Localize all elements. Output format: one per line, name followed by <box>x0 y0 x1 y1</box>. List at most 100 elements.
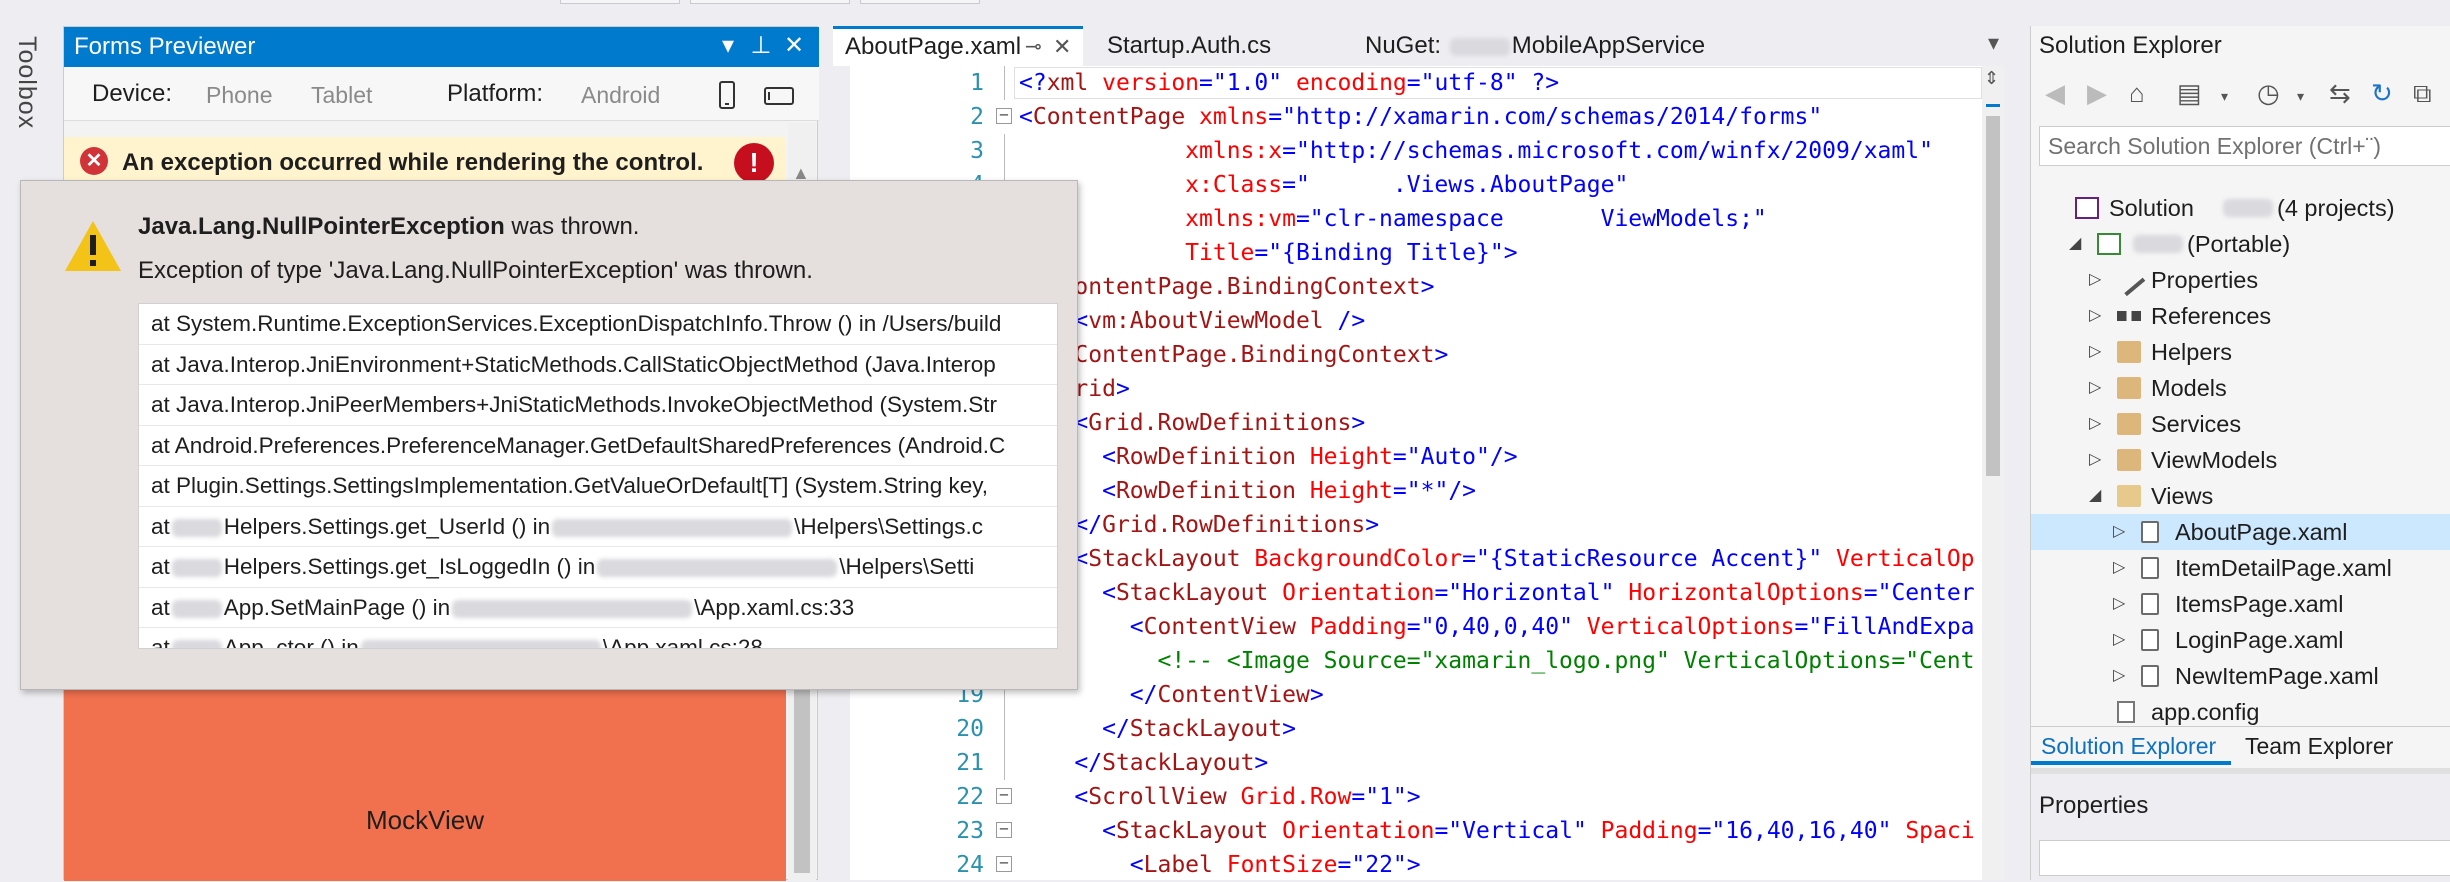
code-token: " <box>1614 172 1629 198</box>
pin-icon[interactable]: ⊥ <box>747 31 775 60</box>
tree-item[interactable]: ◢ (Portable) <box>2031 226 2450 262</box>
code-line[interactable]: 21 </StackLayout> <box>834 746 1984 780</box>
split-icon[interactable]: ⇕ <box>1984 68 1999 89</box>
collapse-icon[interactable]: − <box>996 821 1012 838</box>
back-icon[interactable]: ◀ <box>2045 78 2065 109</box>
tree-item[interactable]: app.config <box>2031 694 2450 730</box>
sync-icon[interactable]: ⇆ <box>2329 78 2351 109</box>
collapse-icon[interactable]: ◢ <box>2069 226 2081 262</box>
search-input[interactable]: Search Solution Explorer (Ctrl+¨) <box>2039 126 2450 166</box>
tree-item[interactable]: ▷ References <box>2031 298 2450 334</box>
code-token: http://xamarin.com/schemas/2014/forms <box>1295 104 1809 130</box>
stack-frame[interactable]: at System.Runtime.ExceptionServices.Exce… <box>139 304 1057 345</box>
tab-nuget[interactable]: NuGet: MobileAppService <box>1353 26 1717 66</box>
stack-frame[interactable]: at App..ctor () in \App.xaml.cs:28 <box>139 628 1057 648</box>
code-line[interactable]: 24− <Label FontSize="22"> <box>834 848 1984 882</box>
expand-icon[interactable]: ▷ <box>2089 298 2101 334</box>
tree-item[interactable]: ◢ Views <box>2031 478 2450 514</box>
device-option-tablet[interactable]: Tablet <box>311 82 372 109</box>
code-token: 22 <box>1365 852 1393 878</box>
scrollbar-thumb[interactable] <box>794 683 810 873</box>
collapse-icon[interactable]: − <box>996 855 1012 872</box>
code-token: "> <box>1489 240 1518 266</box>
forward-icon[interactable]: ▶ <box>2087 78 2107 109</box>
scrollbar-thumb[interactable] <box>1986 116 2000 476</box>
properties-object-selector[interactable] <box>2039 840 2450 876</box>
switch-views-icon[interactable]: ▤ <box>2177 78 2202 109</box>
stack-frame[interactable]: at Helpers.Settings.get_UserId () in \Help… <box>139 507 1057 547</box>
platform-option-android[interactable]: Android <box>581 82 660 109</box>
tree-item[interactable]: ▷ ViewModels <box>2031 442 2450 478</box>
tree-item[interactable]: ▷ ItemDetailPage.xaml <box>2031 550 2450 586</box>
stack-trace-list[interactable]: at System.Runtime.ExceptionServices.Exce… <box>138 303 1058 649</box>
close-tab-icon[interactable]: ✕ <box>1053 29 1071 65</box>
collapse-all-icon[interactable]: ⧉ <box>2413 78 2432 110</box>
stack-frame[interactable]: at App.SetMainPage () in \App.xaml.cs:33 <box>139 588 1057 628</box>
code-token: > <box>1351 410 1366 436</box>
tree-item[interactable]: ▷ Models <box>2031 370 2450 406</box>
expand-icon[interactable]: ▷ <box>2089 262 2101 298</box>
expand-icon[interactable]: ▷ <box>2113 514 2125 550</box>
landscape-orientation-icon[interactable] <box>764 87 794 105</box>
expand-icon[interactable]: ▷ <box>2089 406 2101 442</box>
code-token: =" <box>1295 206 1324 232</box>
tab-aboutpage-xaml[interactable]: AboutPage.xaml ⊸ ✕ <box>833 26 1083 66</box>
expand-icon[interactable]: ▷ <box>2089 442 2101 478</box>
tree-item[interactable]: ▷ ItemsPage.xaml <box>2031 586 2450 622</box>
tree-item[interactable]: ▷ AboutPage.xaml <box>2031 514 2450 550</box>
code-line[interactable]: 23− <StackLayout Orientation="Vertical" … <box>834 814 1984 848</box>
tree-item[interactable]: ▷ LoginPage.xaml <box>2031 622 2450 658</box>
explorer-tabs: Solution Explorer Team Explorer <box>2031 726 2450 766</box>
code-line[interactable]: 3 xmlns:x="http://schemas.microsoft.com/… <box>834 134 1984 168</box>
tree-item[interactable]: ▷ Properties <box>2031 262 2450 298</box>
code-line[interactable]: 22− <ScrollView Grid.Row="1"> <box>834 780 1984 814</box>
expand-icon[interactable]: ▷ <box>2113 622 2125 658</box>
pending-changes-icon[interactable]: ◷ <box>2257 78 2280 109</box>
expand-icon[interactable]: ▷ <box>2113 550 2125 586</box>
tab-startup-auth-cs[interactable]: Startup.Auth.cs <box>1095 26 1283 66</box>
stack-frame[interactable]: at Java.Interop.JniEnvironment+StaticMet… <box>139 345 1057 385</box>
stack-frame[interactable]: at Helpers.Settings.get_IsLoggedIn () in \… <box>139 547 1057 588</box>
collapse-icon[interactable]: − <box>996 787 1012 804</box>
stack-frame-method: App.SetMainPage () in <box>223 594 451 620</box>
exclamation-icon[interactable]: ! <box>734 143 774 183</box>
stack-frame[interactable]: at Plugin.Settings.SettingsImplementatio… <box>139 466 1057 507</box>
pin-icon[interactable]: ⊸ <box>1025 29 1042 65</box>
expand-icon[interactable]: ▷ <box>2113 586 2125 622</box>
phone-orientation-icon[interactable] <box>719 81 735 109</box>
code-line[interactable]: 2− <ContentPage xmlns="http://xamarin.com… <box>834 100 1984 134</box>
redacted-text <box>171 599 222 618</box>
stack-frame[interactable]: at Java.Interop.JniPeerMembers+JniStatic… <box>139 385 1057 426</box>
code-token: vm:AboutViewModel <box>1088 308 1324 334</box>
refresh-icon[interactable]: ↻ <box>2371 78 2393 109</box>
tree-item[interactable]: ▷ Services <box>2031 406 2450 442</box>
expand-icon[interactable]: ▷ <box>2089 370 2101 406</box>
dropdown-icon[interactable]: ▾ <box>2221 88 2228 105</box>
tree-item-label: Solution <box>2109 195 2194 221</box>
tab-overflow-dropdown-icon[interactable]: ▾ <box>1988 30 1999 56</box>
tree-item[interactable]: ▷ NewItemPage.xaml <box>2031 658 2450 694</box>
code-token: < <box>1102 444 1116 470</box>
code-line[interactable]: 20 </StackLayout> <box>834 712 1984 746</box>
close-icon[interactable]: ✕ <box>780 31 808 60</box>
tab-solution-explorer[interactable]: Solution Explorer <box>2041 733 2216 760</box>
device-option-phone[interactable]: Phone <box>206 82 273 109</box>
editor-scrollbar[interactable]: ⇕ <box>1982 66 2004 880</box>
dropdown-icon[interactable]: ▾ <box>2297 88 2304 105</box>
stack-frame[interactable]: at Android.Preferences.PreferenceManager… <box>139 426 1057 466</box>
toolbox-tab[interactable]: Toolbox <box>12 36 41 129</box>
code-token: x:Class <box>1185 172 1283 198</box>
expand-icon[interactable]: ▷ <box>2113 658 2125 694</box>
dropdown-icon[interactable]: ▾ <box>714 31 742 60</box>
tree-item[interactable]: ▷ Helpers <box>2031 334 2450 370</box>
home-icon[interactable]: ⌂ <box>2129 78 2145 109</box>
tab-team-explorer[interactable]: Team Explorer <box>2245 733 2393 760</box>
collapse-icon[interactable]: − <box>996 107 1012 124</box>
code-line[interactable]: 1 <?xml version="1.0" encoding="utf-8" ?> <box>834 66 1984 100</box>
collapse-icon[interactable]: ◢ <box>2089 478 2101 514</box>
tree-item[interactable]: Solution (4 projects) <box>2031 190 2450 226</box>
code-text: x:Class=" .Views.AboutPage" <box>1019 168 1628 202</box>
expand-icon[interactable]: ▷ <box>2089 334 2101 370</box>
tab-label: AboutPage.xaml <box>845 33 1022 60</box>
